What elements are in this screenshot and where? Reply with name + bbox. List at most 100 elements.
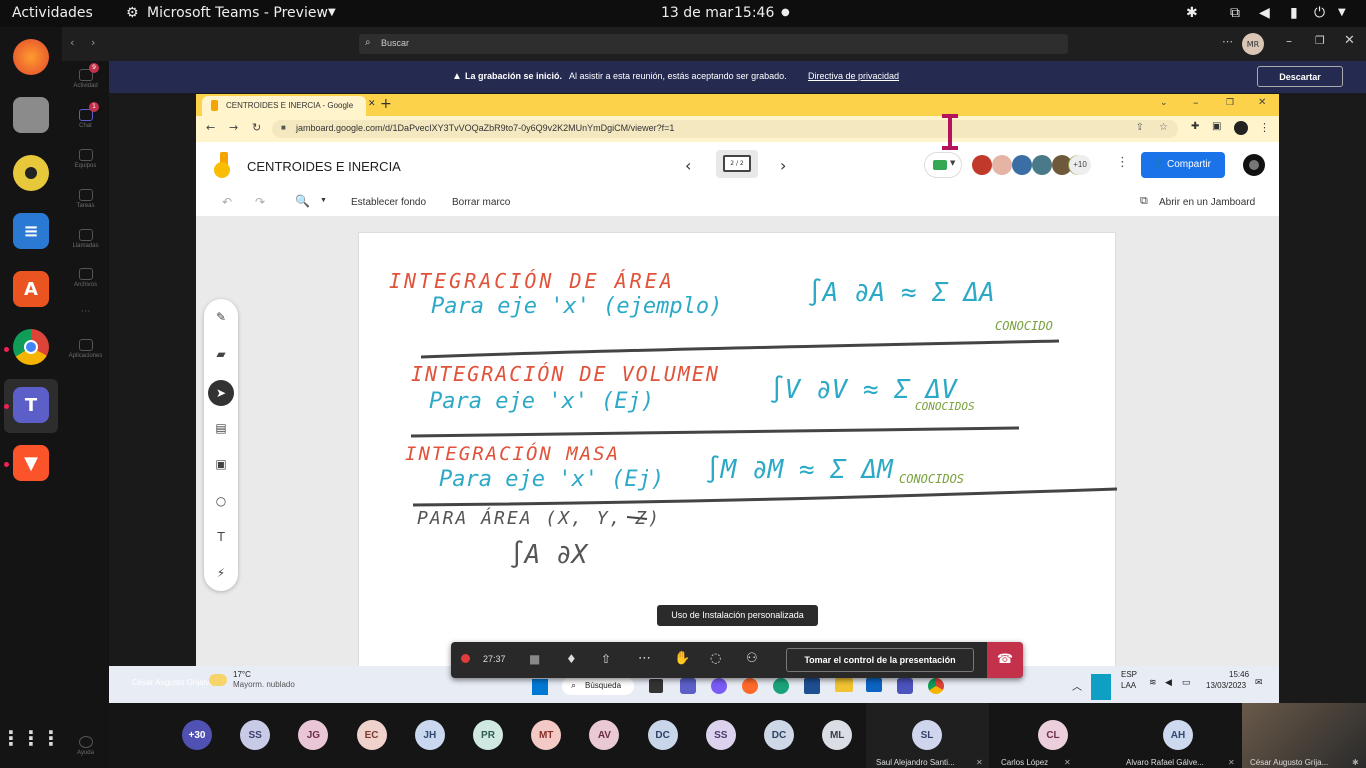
eraser-icon[interactable]: ▰ xyxy=(211,344,231,364)
edge-icon[interactable] xyxy=(773,678,789,694)
circle-shape-icon[interactable]: ○ xyxy=(211,491,231,511)
close-tab-icon[interactable]: ✕ xyxy=(368,99,376,109)
url-input[interactable]: ■ jamboard.google.com/d/1DaPvecIXY3TvVOQ… xyxy=(272,120,1178,138)
share-screen-icon[interactable]: ⇧ xyxy=(601,652,611,666)
task-view-icon[interactable] xyxy=(649,679,663,693)
clock-time[interactable]: 15:46 xyxy=(734,5,774,21)
rail-tasks[interactable]: Tareas xyxy=(62,189,109,209)
forward-icon[interactable]: › xyxy=(91,36,95,49)
close-icon[interactable]: ✕ xyxy=(1258,97,1266,108)
avatar[interactable]: SS xyxy=(240,720,271,750)
copilot-icon[interactable] xyxy=(711,678,727,694)
undo-icon[interactable]: ↶ xyxy=(222,195,232,209)
chevron-down-icon[interactable]: ▼ xyxy=(320,197,327,204)
zoom-icon[interactable]: 🔍 xyxy=(295,194,310,208)
new-tab-icon[interactable]: + xyxy=(380,96,392,112)
avatar[interactable]: JH xyxy=(414,720,445,750)
rhythmbox-icon[interactable] xyxy=(13,155,49,191)
more-options-icon[interactable]: ⋮ xyxy=(1116,155,1129,170)
search-input[interactable]: ⌕ Buscar xyxy=(359,34,1068,54)
mail-icon[interactable] xyxy=(866,678,882,692)
show-apps-icon[interactable]: ⋮⋮⋮ xyxy=(1,720,61,756)
taskbar-time[interactable]: 15:46 xyxy=(1229,670,1249,679)
rail-teams[interactable]: Equipos xyxy=(62,149,109,169)
redo-icon[interactable]: ↷ xyxy=(255,195,265,209)
activities-button[interactable]: Actividades xyxy=(12,5,93,21)
brave-icon[interactable]: ▼ xyxy=(13,445,49,481)
laser-icon[interactable]: ⚡ xyxy=(211,563,231,583)
avatar[interactable]: JG xyxy=(298,720,329,750)
app-menu[interactable]: Microsoft Teams - Preview xyxy=(147,5,328,21)
browser-tab[interactable]: CENTROIDES E INERCIA - Google xyxy=(202,96,366,116)
chrome-menu-icon[interactable]: ⋮ xyxy=(1259,121,1270,134)
extensions-icon[interactable]: ✚ xyxy=(1191,121,1199,132)
forward-icon[interactable]: → xyxy=(229,121,238,134)
folder-icon[interactable] xyxy=(835,678,853,692)
mic-status-icon[interactable] xyxy=(1091,674,1111,700)
battery-icon[interactable]: ▭ xyxy=(1182,677,1191,688)
participant-video-tile[interactable]: César Augusto Grija... ✱ xyxy=(1242,703,1366,768)
firefox-icon[interactable] xyxy=(13,39,49,75)
power-icon[interactable]: ⏻ xyxy=(1314,5,1325,21)
privacy-link[interactable]: Directiva de privacidad xyxy=(808,71,899,81)
next-frame-icon[interactable]: › xyxy=(780,156,786,175)
maximize-icon[interactable]: ❐ xyxy=(1226,98,1234,108)
input-language-1[interactable]: ESP xyxy=(1121,670,1137,679)
avatar[interactable]: EC xyxy=(356,720,387,750)
image-icon[interactable]: ▣ xyxy=(211,454,231,474)
previous-frame-icon[interactable]: ‹ xyxy=(685,156,691,175)
frame-bar-button[interactable]: 2 / 2 xyxy=(716,150,758,178)
rail-calls[interactable]: Llamadas xyxy=(62,229,109,249)
volume-icon[interactable]: ◀ xyxy=(1259,5,1270,21)
participant-tile[interactable]: AH Alvaro Rafael Gálve... ✕ xyxy=(1117,703,1242,768)
taskbar-date[interactable]: 13/03/2023 xyxy=(1206,681,1246,690)
share-button[interactable]: 👤 Compartir xyxy=(1141,152,1225,178)
minimize-icon[interactable]: – xyxy=(1286,34,1292,48)
rail-apps[interactable]: Aplicaciones xyxy=(62,339,109,359)
notifications-icon[interactable]: ✉ xyxy=(1255,677,1263,688)
back-icon[interactable]: ← xyxy=(206,121,215,134)
profile-icon[interactable] xyxy=(1234,121,1248,135)
avatar[interactable]: ML xyxy=(822,720,853,750)
avatar[interactable] xyxy=(1032,155,1052,175)
avatar[interactable]: SS xyxy=(705,720,736,750)
more-apps-icon[interactable]: ⋯ xyxy=(62,306,109,317)
teams-dock-icon[interactable]: T xyxy=(13,387,49,423)
avatar[interactable]: DC xyxy=(764,720,794,750)
clear-frame-button[interactable]: Borrar marco xyxy=(452,197,510,208)
take-control-button[interactable]: Tomar el control de la presentación xyxy=(786,648,974,672)
participant-tile[interactable]: CL Carlos López ✕ xyxy=(989,703,1117,768)
writer-icon[interactable]: ≡ xyxy=(13,213,49,249)
reload-icon[interactable]: ↻ xyxy=(252,121,261,134)
participants-icon[interactable]: ⚇ xyxy=(746,651,758,666)
maximize-icon[interactable]: ❐ xyxy=(1315,34,1325,47)
clock-date[interactable]: 13 de mar xyxy=(661,5,733,21)
dismiss-button[interactable]: Descartar xyxy=(1257,66,1343,87)
chat-icon[interactable]: ◌ xyxy=(710,651,721,666)
hang-up-icon[interactable]: ☎ xyxy=(987,642,1023,678)
avatar[interactable]: MT xyxy=(531,720,562,750)
avatar[interactable]: DC xyxy=(647,720,678,750)
text-box-icon[interactable]: T xyxy=(211,527,231,547)
rail-activity[interactable]: Actividad xyxy=(62,69,109,89)
more-actions-icon[interactable]: ⋯ xyxy=(638,651,651,666)
back-icon[interactable]: ‹ xyxy=(70,36,74,49)
star-icon[interactable]: ☆ xyxy=(1159,122,1168,133)
participant-tile[interactable]: SL Saul Alejandro Santi... ✕ xyxy=(866,703,989,768)
avatar[interactable]: MR xyxy=(1242,33,1264,55)
taskbar-search[interactable]: ⌕ Búsqueda xyxy=(562,677,634,695)
select-icon[interactable]: ➤ xyxy=(208,380,234,406)
sticky-note-icon[interactable]: ▤ xyxy=(211,418,231,438)
account-avatar[interactable] xyxy=(1243,154,1265,176)
rail-files[interactable]: Archivos xyxy=(62,268,109,288)
rail-help[interactable]: Ayuda xyxy=(62,736,109,756)
whiteboard-frame[interactable]: INTEGRACIÓN DE ÁREA Para eje 'x' (ejempl… xyxy=(358,232,1117,666)
files-icon[interactable] xyxy=(13,97,49,133)
pen-icon[interactable]: ✎ xyxy=(211,307,231,327)
teams-app-icon[interactable] xyxy=(680,678,696,694)
meet-button[interactable]: ▼ xyxy=(924,152,962,178)
network-icon[interactable]: ⧉ xyxy=(1230,5,1240,21)
more-options-icon[interactable]: ⋯ xyxy=(1222,35,1233,48)
avatar[interactable]: AV xyxy=(589,720,620,750)
open-in-jamboard-button[interactable]: Abrir en un Jamboard xyxy=(1159,197,1255,208)
